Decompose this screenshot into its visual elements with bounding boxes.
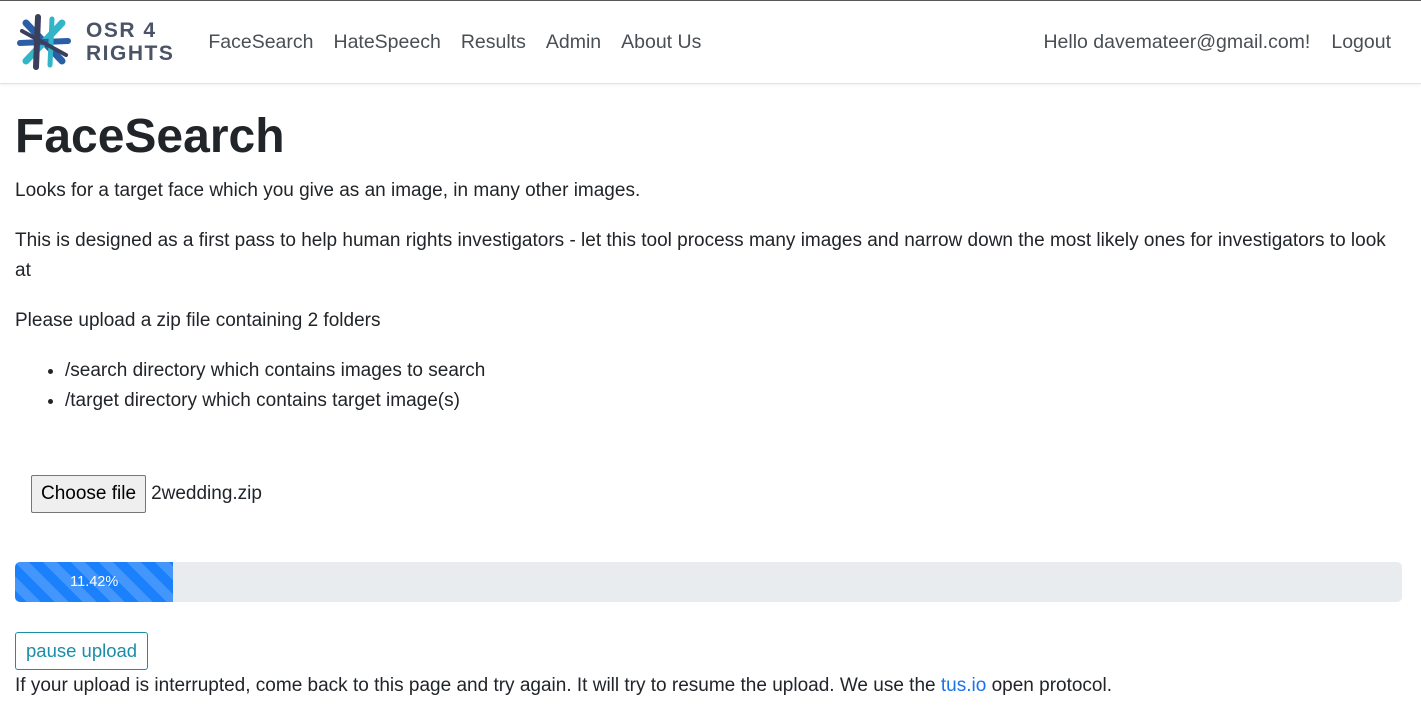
upload-progress: 11.42% — [15, 562, 1402, 602]
upload-instruction: Please upload a zip file containing 2 fo… — [15, 310, 381, 331]
nav-item-facesearch[interactable]: FaceSearch — [198, 31, 323, 54]
folder-list: /search directory which contains images … — [15, 356, 1406, 416]
brand-link[interactable]: OSR 4 RIGHTS — [16, 12, 174, 72]
nav-links: FaceSearch HateSpeech Results Admin Abou… — [198, 31, 711, 54]
upload-progress-label: 11.42% — [70, 574, 119, 590]
resume-note: If your upload is interrupted, come back… — [15, 671, 1406, 701]
resume-note-text-end: open protocol. — [986, 675, 1112, 696]
tus-io-link[interactable]: tus.io — [941, 675, 986, 696]
upload-progress-bar: 11.42% — [15, 562, 174, 602]
list-item: /search directory which contains images … — [65, 356, 1406, 386]
nav-item-hatespeech[interactable]: HateSpeech — [323, 31, 450, 54]
brand-line-2: RIGHTS — [86, 42, 175, 65]
file-input: Choose file 2wedding.zip — [31, 475, 1406, 513]
pause-upload-button[interactable]: pause upload — [15, 632, 149, 670]
selected-file-name: 2wedding.zip — [151, 483, 262, 504]
choose-file-button[interactable]: Choose file — [31, 475, 147, 513]
user-greeting: Hello davemateer@gmail.com! — [1043, 30, 1311, 53]
brand-text: OSR 4 RIGHTS — [86, 19, 174, 65]
page-title: FaceSearch — [15, 110, 285, 163]
description-text: This is designed as a first pass to help… — [15, 230, 1386, 281]
nav-item-admin[interactable]: Admin — [536, 31, 611, 54]
nav-user-area: Hello davemateer@gmail.com! Logout — [1043, 31, 1405, 54]
brand-line-1: OSR 4 — [86, 19, 157, 42]
intro-text: Looks for a target face which you give a… — [15, 180, 641, 201]
osr4rights-logo-icon — [17, 14, 71, 70]
main-content: FaceSearch Looks for a target face which… — [0, 110, 1421, 701]
list-item: /target directory which contains target … — [65, 386, 1406, 416]
nav-item-about-us[interactable]: About Us — [611, 31, 711, 54]
navbar: OSR 4 RIGHTS FaceSearch HateSpeech Resul… — [0, 1, 1421, 84]
logout-link[interactable]: Logout — [1331, 31, 1391, 54]
resume-note-text: If your upload is interrupted, come back… — [15, 675, 941, 696]
nav-item-results[interactable]: Results — [451, 31, 536, 54]
